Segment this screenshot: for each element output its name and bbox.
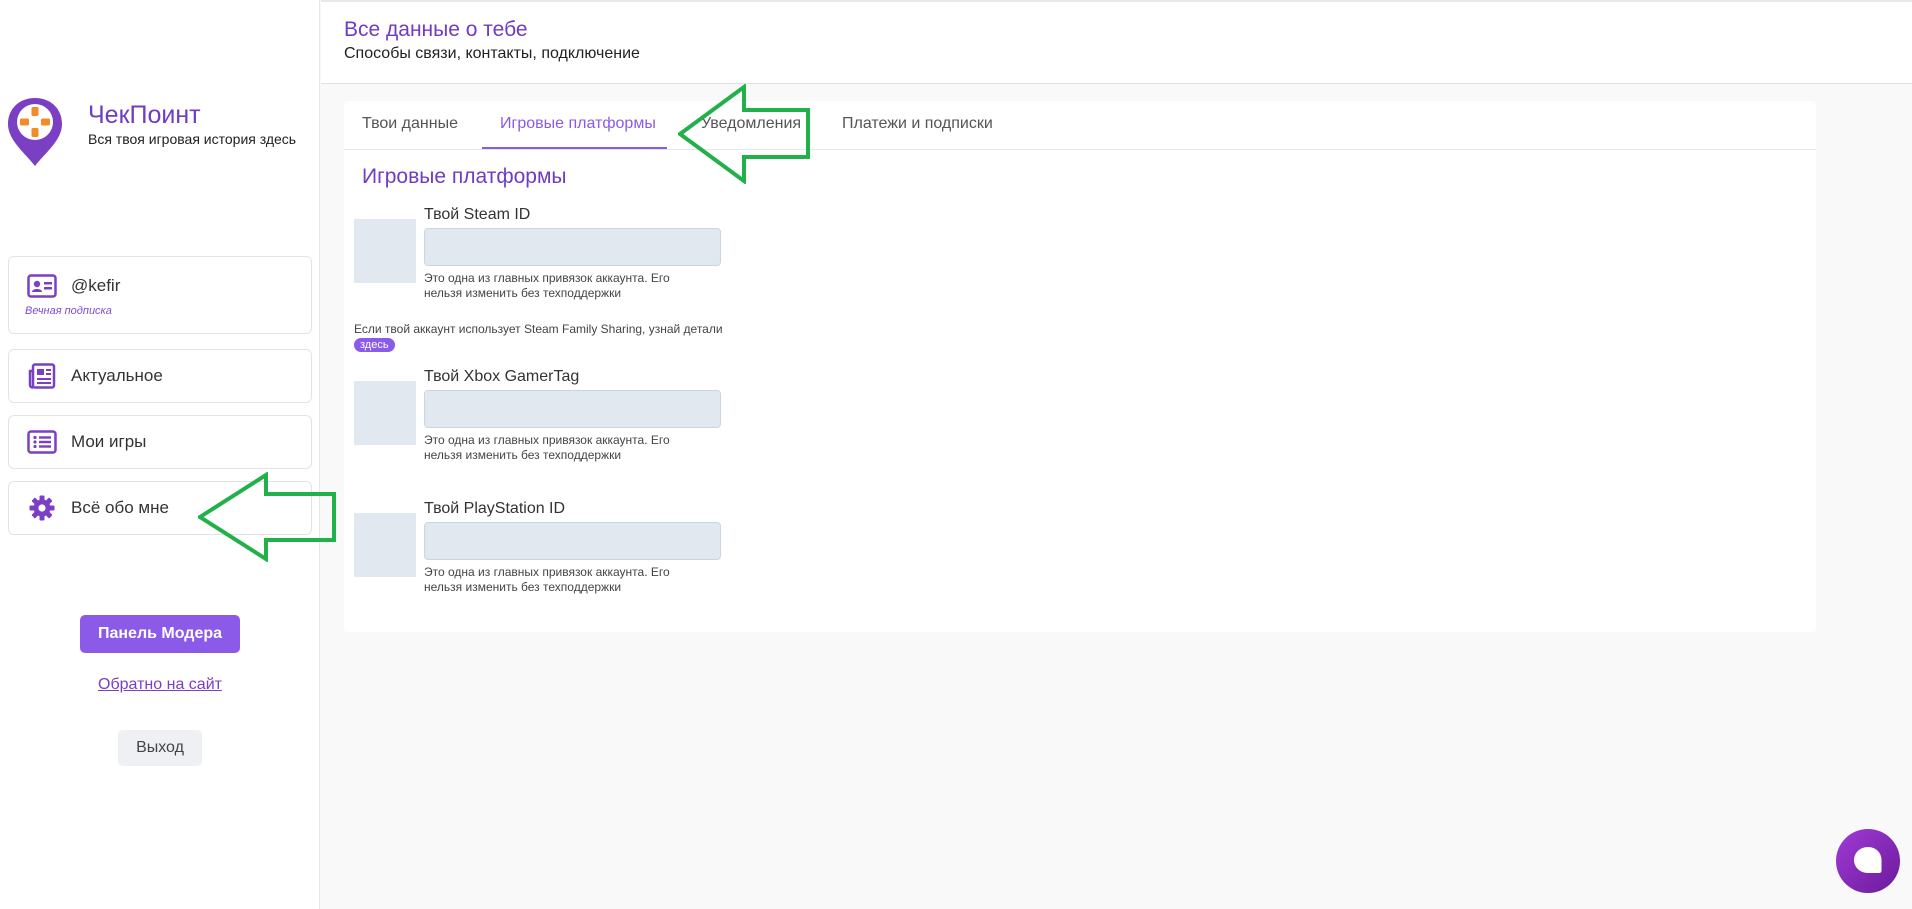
xbox-gamertag-hint: Это одна из главных привязок аккаунта. Е…: [424, 433, 670, 462]
brand-name: ЧекПоинт: [88, 101, 201, 129]
xbox-gamertag-label: Твой Xbox GamerTag: [424, 368, 580, 385]
sidebar-item-news[interactable]: Актуальное: [8, 349, 312, 403]
page-header: Все данные о тебе Способы связи, контакт…: [321, 0, 1912, 84]
steam-id-hint: Это одна из главных привязок аккаунта. Е…: [424, 271, 670, 300]
family-sharing-note: Если твой аккаунт использует Steam Famil…: [354, 322, 734, 352]
playstation-id-hint: Это одна из главных привязок аккаунта. Е…: [424, 565, 670, 594]
section-title: Игровые платформы: [362, 165, 567, 188]
family-sharing-text: Если твой аккаунт использует Steam Famil…: [354, 322, 723, 336]
gear-icon: [27, 493, 57, 523]
subscription-status: Вечная подписка: [25, 305, 112, 317]
xbox-gamertag-input[interactable]: [424, 390, 721, 428]
sidebar-item-my-games[interactable]: Мои игры: [8, 415, 312, 469]
annotation-arrow-tab-icon: [678, 84, 810, 184]
tab-gaming-platforms[interactable]: Игровые платформы: [500, 115, 656, 133]
sidebar-item-label: Актуальное: [71, 366, 163, 385]
steam-logo-placeholder: [354, 219, 416, 283]
moderator-panel-button[interactable]: Панель Модера: [80, 615, 240, 653]
sidebar-item-label: Мои игры: [71, 432, 147, 451]
tab-bar: Твои данные Игровые платформы Уведомлени…: [344, 101, 1816, 150]
active-tab-indicator: [482, 147, 667, 149]
page-title: Все данные о тебе: [344, 18, 528, 41]
playstation-id-input[interactable]: [424, 522, 721, 560]
playstation-logo-placeholder: [354, 513, 416, 577]
sidebar-item-label: Всё обо мне: [71, 498, 169, 517]
xbox-logo-placeholder: [354, 381, 416, 445]
list-icon: [27, 427, 57, 457]
checkpoint-logo-icon: [8, 98, 62, 166]
sidebar: ЧекПоинт Вся твоя игровая история здесь …: [0, 0, 320, 909]
brand-tagline: Вся твоя игровая история здесь: [88, 131, 297, 147]
chat-support-button[interactable]: [1836, 829, 1900, 893]
logout-button[interactable]: Выход: [118, 730, 202, 766]
profile-username: @kefir: [71, 276, 121, 295]
newspaper-icon: [27, 361, 57, 391]
id-card-icon: [27, 271, 57, 301]
playstation-id-label: Твой PlayStation ID: [424, 500, 566, 517]
back-to-site-link[interactable]: Обратно на сайт: [0, 676, 320, 694]
steam-id-input[interactable]: [424, 228, 721, 266]
sidebar-item-profile[interactable]: @kefir Вечная подписка: [8, 256, 312, 334]
family-sharing-link[interactable]: здесь: [354, 338, 395, 352]
brand: ЧекПоинт Вся твоя игровая история здесь: [6, 96, 296, 168]
tab-payments-subscriptions[interactable]: Платежи и подписки: [842, 115, 993, 133]
annotation-arrow-sidebar-icon: [198, 472, 336, 562]
page-subtitle: Способы связи, контакты, подключение: [344, 45, 640, 62]
tab-your-data[interactable]: Твои данные: [362, 115, 458, 133]
settings-card: Твои данные Игровые платформы Уведомлени…: [344, 101, 1816, 632]
chat-bubble-icon: [1854, 847, 1882, 873]
steam-id-label: Твой Steam ID: [424, 206, 531, 223]
